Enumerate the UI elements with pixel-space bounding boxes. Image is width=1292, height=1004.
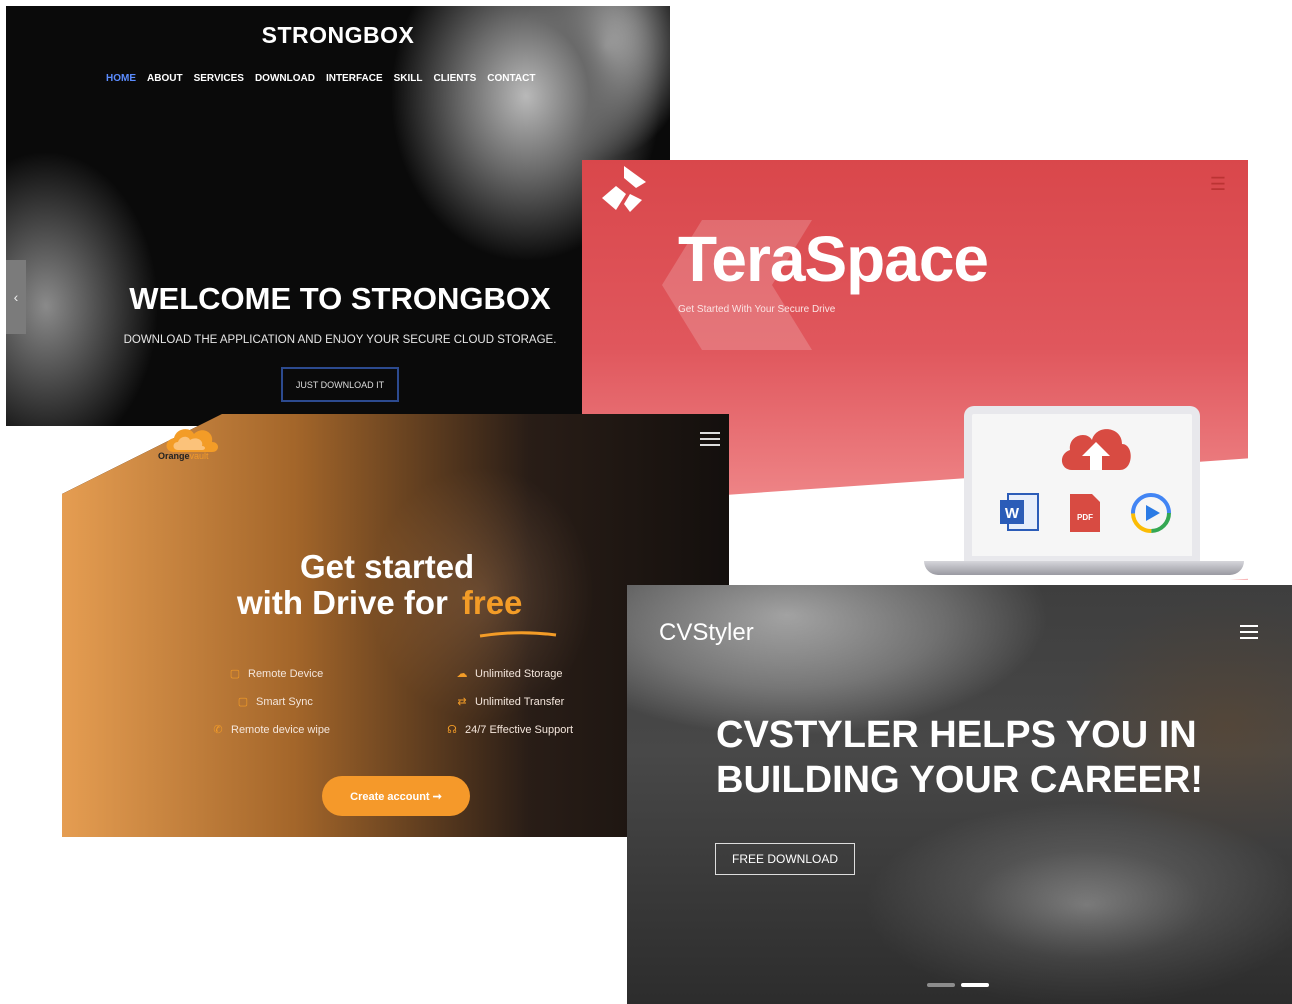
strongbox-heading: WELCOME TO STRONGBOX (129, 281, 551, 316)
laptop-illustration: W PDF (924, 406, 1244, 578)
svg-text:W: W (1005, 505, 1020, 522)
nav-skill[interactable]: SKILL (394, 73, 423, 84)
hamburger-menu-icon[interactable] (1240, 625, 1258, 643)
laptop-screen: W PDF (964, 406, 1200, 564)
carousel-dot[interactable] (927, 983, 955, 987)
orangevault-heading-line1: Get started (300, 548, 475, 585)
heading-line1: CVSTYLER HELPS YOU IN (716, 714, 1197, 756)
feature-label: Unlimited Transfer (475, 695, 565, 708)
teraspace-title: TeraSpace (678, 223, 989, 295)
hamburger-menu-icon[interactable] (700, 432, 720, 450)
cvstyler-brand[interactable]: CVStyler (659, 619, 754, 647)
headset-icon: ☊ (447, 724, 457, 736)
cvstyler-heading: CVSTYLER HELPS YOU IN BUILDING YOUR CARE… (716, 713, 1203, 803)
strongbox-panel: STRONGBOX HOME ABOUT SERVICES DOWNLOAD I… (6, 6, 670, 426)
nav-about[interactable]: ABOUT (147, 73, 183, 84)
pdf-file-icon: PDF (1070, 494, 1100, 532)
phone-icon: ✆ (213, 724, 223, 736)
teraspace-subtitle: Get Started With Your Secure Drive (678, 304, 836, 315)
cloud-icon: ☁ (456, 668, 468, 680)
brand-accent: vault (189, 451, 209, 461)
feature-item: ▢ Remote Device (229, 667, 324, 681)
orangevault-brand[interactable]: Orangevault (158, 451, 209, 461)
file-icons: W PDF (998, 492, 1172, 534)
heading-text: with Drive for (237, 584, 448, 621)
laptop-base (924, 561, 1244, 575)
feature-item: ▢ Smart Sync (237, 695, 313, 709)
feature-item: ✆ Remote device wipe (212, 723, 331, 737)
feature-item: ⇄ Unlimited Transfer (456, 695, 565, 709)
word-file-icon: W (1000, 493, 1039, 531)
device-icon: ▢ (229, 668, 241, 680)
teraspace-logo-icon[interactable] (596, 164, 652, 214)
heading-line2: BUILDING YOUR CAREER! (716, 759, 1203, 801)
feature-item: ☁ Unlimited Storage (456, 667, 563, 681)
feature-label: Smart Sync (256, 695, 313, 708)
feature-label: 24/7 Effective Support (465, 723, 574, 736)
feature-label: Remote device wipe (231, 723, 331, 736)
nav-contact[interactable]: CONTACT (487, 73, 535, 84)
strongbox-nav: HOME ABOUT SERVICES DOWNLOAD INTERFACE S… (106, 73, 535, 84)
nav-home[interactable]: HOME (106, 73, 136, 84)
feature-label: Remote Device (248, 667, 324, 680)
nav-clients[interactable]: CLIENTS (434, 73, 477, 84)
feature-label: Unlimited Storage (475, 667, 563, 680)
brand-main: Orange (158, 451, 190, 461)
carousel-indicators (927, 983, 989, 987)
hamburger-menu-icon[interactable]: ☰ (1210, 174, 1226, 195)
svg-text:PDF: PDF (1077, 513, 1093, 522)
strongbox-title: STRONGBOX (261, 22, 415, 48)
upload-cloud-icon (1061, 429, 1131, 470)
free-download-button[interactable]: FREE DOWNLOAD (715, 843, 855, 875)
create-account-button[interactable]: Create account ➞ (322, 776, 470, 816)
carousel-dot-active[interactable] (961, 983, 989, 987)
underline-swash (479, 631, 557, 638)
nav-services[interactable]: SERVICES (194, 73, 244, 84)
transfer-icon: ⇄ (457, 696, 467, 708)
play-icon (1131, 493, 1171, 533)
feature-item: ☊ 24/7 Effective Support (446, 723, 574, 737)
sync-icon: ▢ (237, 696, 249, 708)
cvstyler-panel: CVStyler CVSTYLER HELPS YOU IN BUILDING … (627, 585, 1292, 1004)
strongbox-subheading: DOWNLOAD THE APPLICATION AND ENJOY YOUR … (123, 334, 557, 346)
nav-download[interactable]: DOWNLOAD (255, 73, 315, 84)
heading-accent: free (461, 584, 523, 621)
orangevault-heading-line2: with Drive for free (237, 584, 522, 622)
nav-interface[interactable]: INTERFACE (326, 73, 383, 84)
just-download-button[interactable]: JUST DOWNLOAD IT (281, 367, 399, 402)
